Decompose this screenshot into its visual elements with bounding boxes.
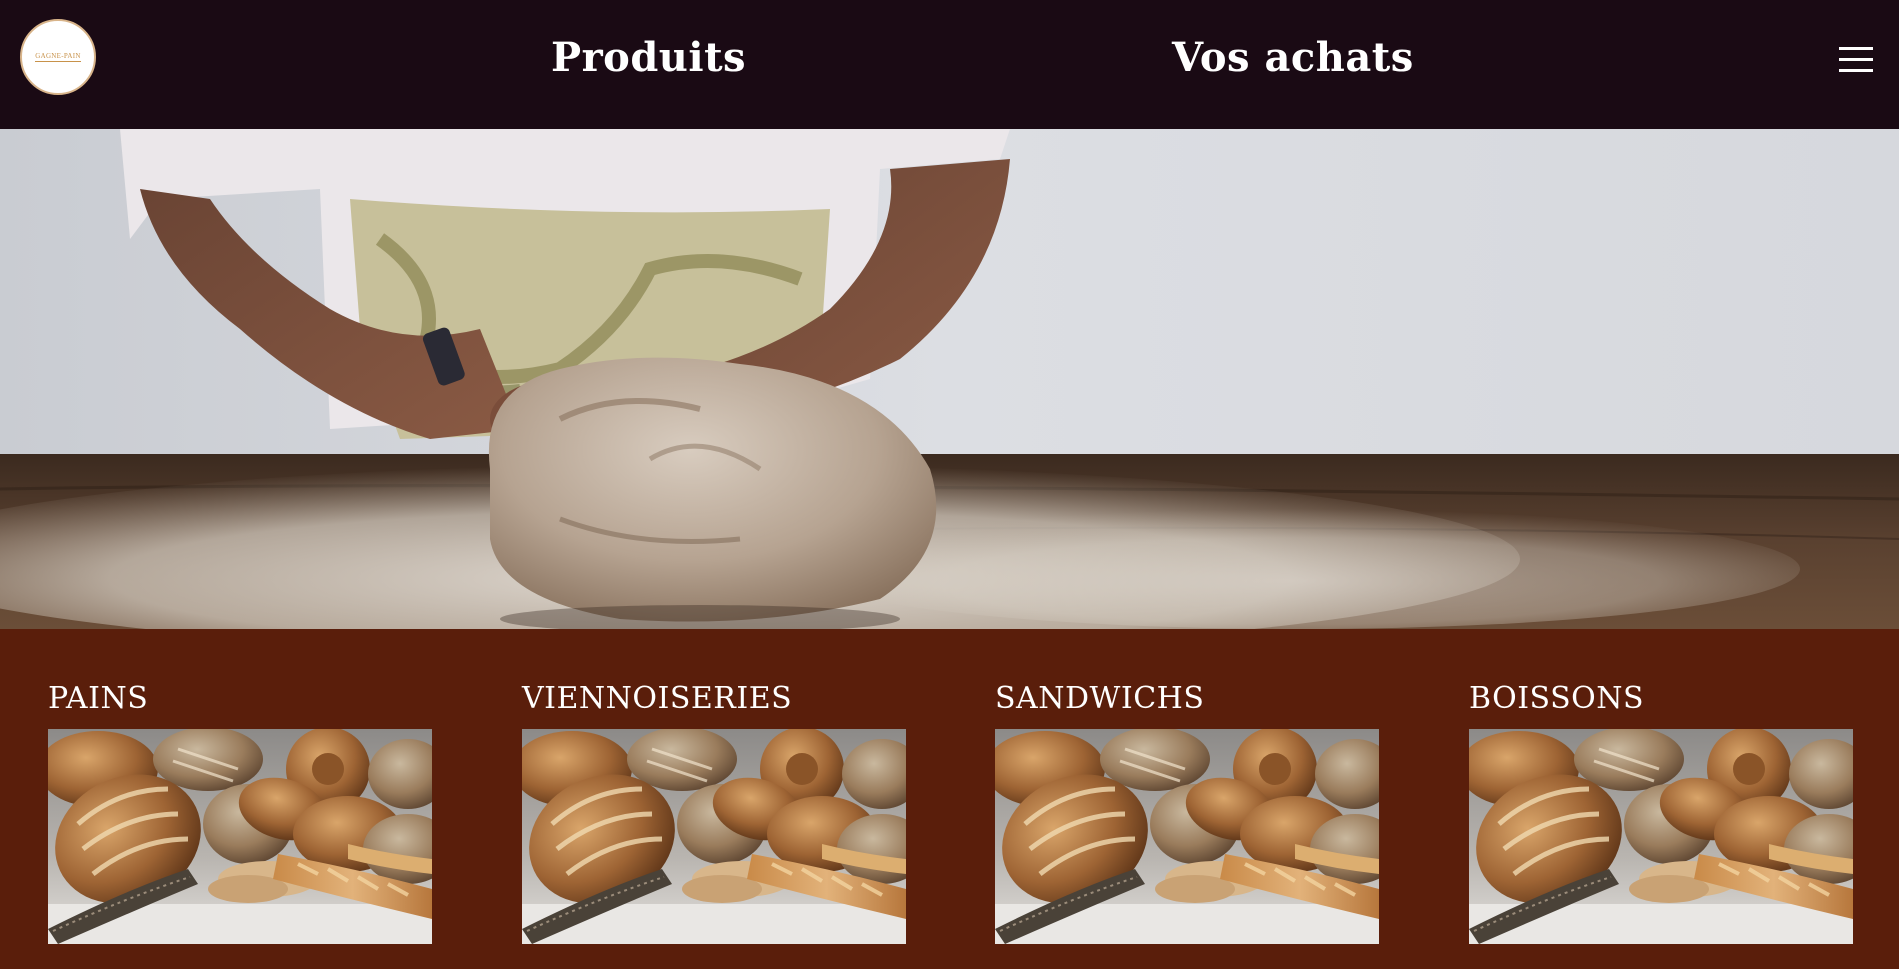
category-image[interactable] [522,729,906,944]
categories-section: PAINS VIENNOISERIES SANDWICHS BOISSONS [0,629,1899,969]
category-title: PAINS [48,681,149,716]
category-image[interactable] [48,729,432,944]
category-image[interactable] [995,729,1379,944]
logo[interactable]: GAGNE-PAIN [20,19,96,95]
category-title: SANDWICHS [995,681,1205,716]
category-title: BOISSONS [1469,681,1645,716]
hamburger-menu-icon[interactable] [1839,47,1873,73]
category-image[interactable] [1469,729,1853,944]
site-header: GAGNE-PAIN Produits Vos achats [0,0,1899,129]
category-card-boissons[interactable]: BOISSONS [1469,679,1853,944]
category-card-pains[interactable]: PAINS [48,679,432,944]
logo-text: GAGNE-PAIN [35,52,81,62]
nav-link-vos-achats[interactable]: Vos achats [1172,30,1414,86]
hero-image [0,129,1899,629]
category-title: VIENNOISERIES [522,681,793,716]
category-card-sandwichs[interactable]: SANDWICHS [995,679,1379,944]
nav-link-produits[interactable]: Produits [551,30,746,86]
category-card-viennoiseries[interactable]: VIENNOISERIES [522,679,906,944]
